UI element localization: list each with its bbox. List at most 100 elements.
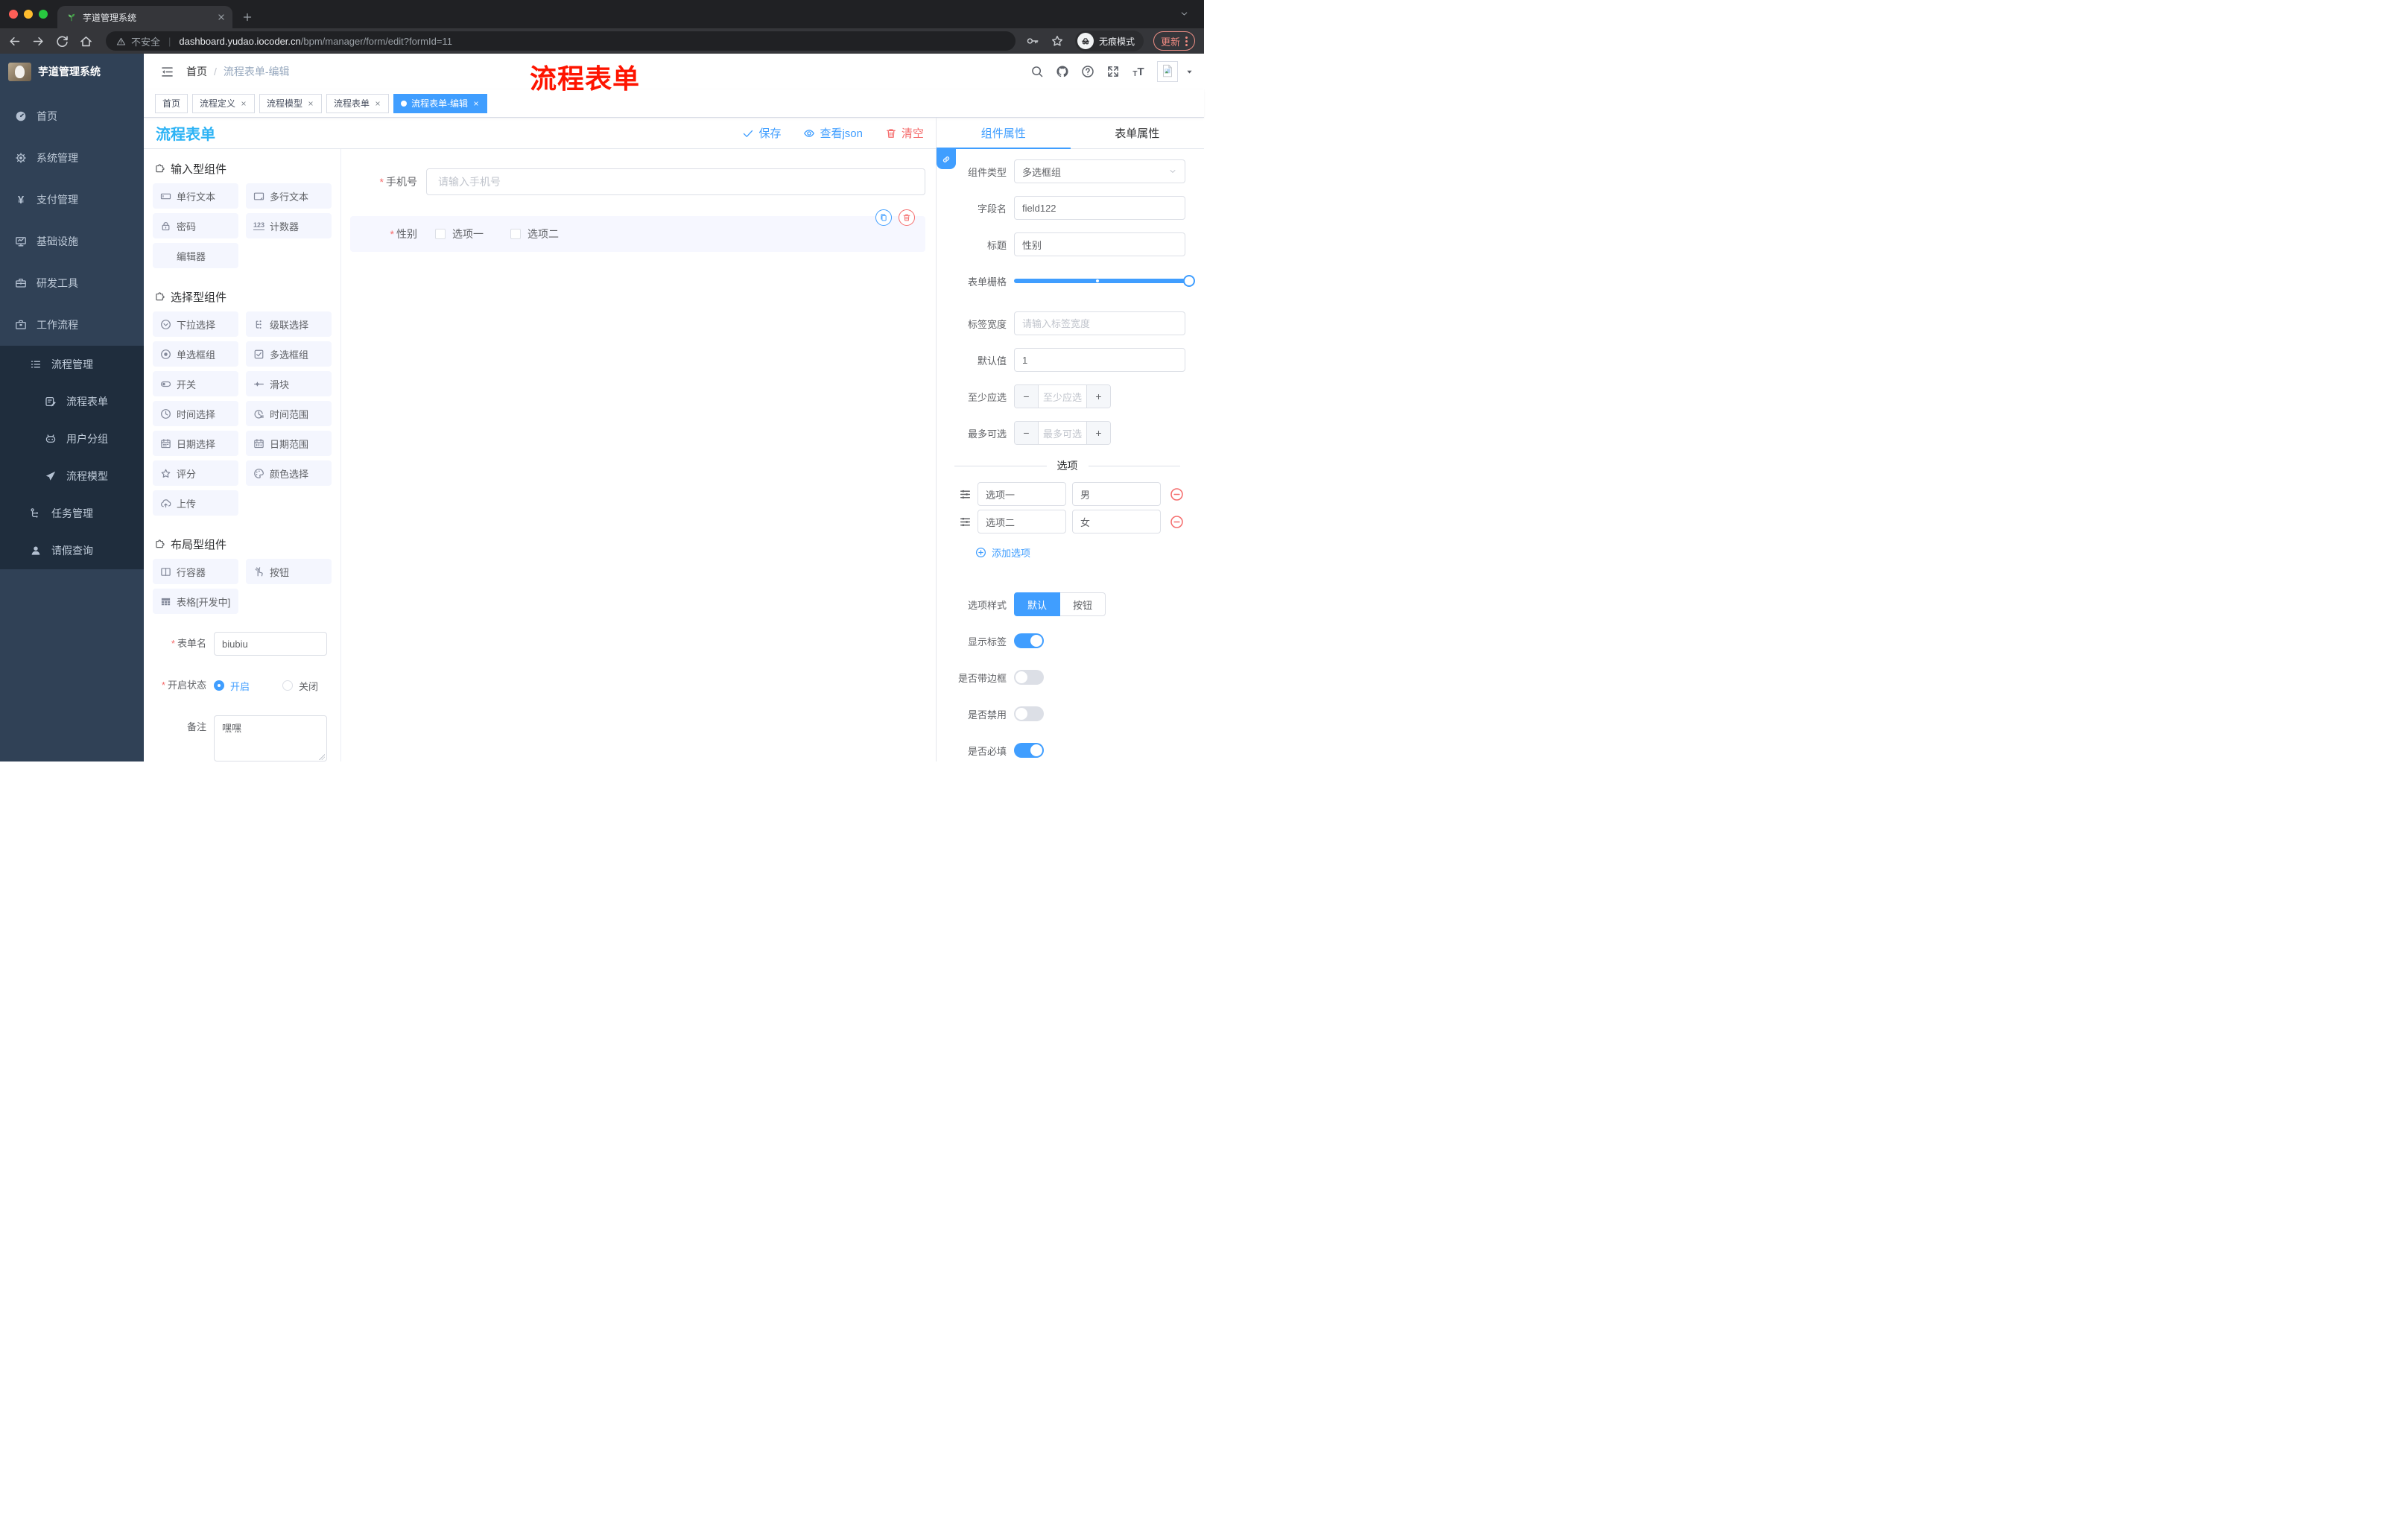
- palette-item[interactable]: 下拉选择: [153, 311, 238, 337]
- remove-option-icon[interactable]: [1170, 515, 1184, 529]
- back-icon[interactable]: [7, 34, 22, 48]
- option-value-input[interactable]: [1072, 510, 1161, 533]
- palette-item[interactable]: 开关: [153, 371, 238, 396]
- toggle-on[interactable]: [1014, 633, 1044, 648]
- form-remark-textarea[interactable]: 嘿嘿: [214, 715, 327, 762]
- tab-component-props[interactable]: 组件属性: [937, 118, 1071, 149]
- tag-item[interactable]: 首页: [155, 93, 188, 113]
- default-value-input[interactable]: [1014, 348, 1185, 372]
- grid-slider[interactable]: [1014, 269, 1195, 293]
- browser-menu-icon[interactable]: [1185, 36, 1188, 46]
- palette-item[interactable]: 表格[开发中]: [153, 589, 238, 614]
- copy-component-button[interactable]: [875, 209, 892, 226]
- style-option-default[interactable]: 默认: [1014, 592, 1061, 616]
- sidebar-item[interactable]: 请假查询: [0, 532, 144, 569]
- forward-icon[interactable]: [31, 34, 45, 48]
- tag-active[interactable]: 流程表单-编辑: [393, 93, 488, 113]
- sidebar-item[interactable]: 流程管理: [0, 346, 144, 383]
- search-icon[interactable]: [1030, 65, 1044, 78]
- component-type-select[interactable]: 多选框组: [1014, 159, 1185, 183]
- sidebar-item[interactable]: 用户分组: [0, 420, 144, 457]
- add-option-button[interactable]: 添加选项: [975, 545, 1192, 560]
- palette-item[interactable]: 多选框组: [246, 341, 332, 367]
- palette-item[interactable]: 行容器: [153, 559, 238, 584]
- github-icon[interactable]: [1056, 65, 1069, 78]
- tag-item[interactable]: 流程模型: [259, 93, 323, 113]
- option-label-input[interactable]: [978, 510, 1066, 533]
- selected-component-block[interactable]: * 性别 选项一 选项二: [350, 209, 925, 252]
- sidebar-item[interactable]: 流程模型: [0, 457, 144, 495]
- avatar[interactable]: [1157, 61, 1178, 82]
- palette-item[interactable]: 时间选择: [153, 401, 238, 426]
- drag-handle-icon[interactable]: [959, 516, 972, 528]
- palette-item[interactable]: 滑块: [246, 371, 332, 396]
- style-option-button[interactable]: 按钮: [1060, 592, 1106, 616]
- reload-icon[interactable]: [55, 34, 69, 48]
- designer-action-clear[interactable]: 清空: [885, 125, 924, 141]
- form-name-input[interactable]: [214, 632, 327, 656]
- palette-item[interactable]: 密码: [153, 213, 238, 238]
- option-label-input[interactable]: [978, 482, 1066, 506]
- sidebar-item[interactable]: 首页: [0, 95, 144, 137]
- remove-option-icon[interactable]: [1170, 487, 1184, 501]
- tag-close-icon[interactable]: [472, 100, 480, 107]
- palette-item[interactable]: 编辑器: [153, 243, 238, 268]
- field-name-input[interactable]: [1014, 196, 1185, 220]
- slider-handle[interactable]: [1183, 275, 1195, 287]
- label-width-input[interactable]: [1014, 311, 1185, 335]
- checkbox-icon[interactable]: [510, 229, 521, 239]
- bookmark-star-icon[interactable]: [1051, 34, 1064, 48]
- sidebar-item[interactable]: 任务管理: [0, 495, 144, 532]
- link-badge[interactable]: [937, 149, 956, 169]
- max-select-placeholder[interactable]: 最多可选: [1039, 422, 1086, 444]
- tab-strip-chevron-icon[interactable]: [1179, 9, 1189, 19]
- title-input[interactable]: [1014, 232, 1185, 256]
- tag-item[interactable]: 流程表单: [326, 93, 390, 113]
- tag-close-icon[interactable]: [374, 100, 381, 107]
- toggle-off[interactable]: [1014, 670, 1044, 685]
- palette-item[interactable]: 123 计数器: [246, 213, 332, 238]
- stepper-plus-button[interactable]: +: [1086, 422, 1110, 444]
- palette-item[interactable]: 多行文本: [246, 183, 332, 209]
- tag-close-icon[interactable]: [240, 100, 247, 107]
- checkbox-option[interactable]: 选项一: [435, 227, 484, 241]
- checkbox-icon[interactable]: [435, 229, 446, 239]
- sidebar-item[interactable]: ¥ 支付管理: [0, 179, 144, 221]
- palette-item[interactable]: 评分: [153, 460, 238, 486]
- designer-action-view-json[interactable]: 查看json: [803, 125, 863, 141]
- phone-input[interactable]: [426, 168, 925, 195]
- sidebar-item[interactable]: 流程表单: [0, 383, 144, 420]
- stepper-minus-button[interactable]: −: [1015, 385, 1039, 408]
- stepper-minus-button[interactable]: −: [1015, 422, 1039, 444]
- radio-off[interactable]: [282, 680, 294, 691]
- sidebar-item[interactable]: 工作流程: [0, 304, 144, 346]
- tag-close-icon[interactable]: [307, 100, 314, 107]
- help-icon[interactable]: [1081, 65, 1094, 78]
- designer-action-save[interactable]: 保存: [742, 125, 781, 141]
- tag-item[interactable]: 流程定义: [192, 93, 256, 113]
- tab-form-props[interactable]: 表单属性: [1071, 118, 1205, 148]
- toggle-off[interactable]: [1014, 706, 1044, 721]
- new-tab-button[interactable]: [241, 11, 253, 23]
- update-button[interactable]: 更新: [1153, 31, 1195, 51]
- palette-item[interactable]: 上传: [153, 490, 238, 516]
- palette-item[interactable]: 日期选择: [153, 431, 238, 456]
- palette-item[interactable]: 单选框组: [153, 341, 238, 367]
- palette-item[interactable]: 级联选择: [246, 311, 332, 337]
- tab-close-icon[interactable]: [216, 12, 226, 22]
- sidebar-item[interactable]: 基础设施: [0, 221, 144, 262]
- sidebar-collapse-icon[interactable]: [160, 65, 174, 79]
- palette-item[interactable]: 时间范围: [246, 401, 332, 426]
- url-bar[interactable]: 不安全 | dashboard.yudao.iocoder.cn/bpm/man…: [106, 31, 1016, 51]
- drag-handle-icon[interactable]: [959, 488, 972, 501]
- min-select-placeholder[interactable]: 至少应选: [1039, 385, 1086, 408]
- option-value-input[interactable]: [1072, 482, 1161, 506]
- radio-on[interactable]: [214, 680, 224, 691]
- stepper-plus-button[interactable]: +: [1086, 385, 1110, 408]
- sidebar-item[interactable]: 研发工具: [0, 262, 144, 304]
- home-icon[interactable]: [79, 34, 93, 48]
- sidebar-item[interactable]: 系统管理: [0, 137, 144, 179]
- breadcrumb-home[interactable]: 首页: [186, 64, 207, 79]
- delete-component-button[interactable]: [899, 209, 915, 226]
- avatar-caret-icon[interactable]: [1185, 68, 1194, 76]
